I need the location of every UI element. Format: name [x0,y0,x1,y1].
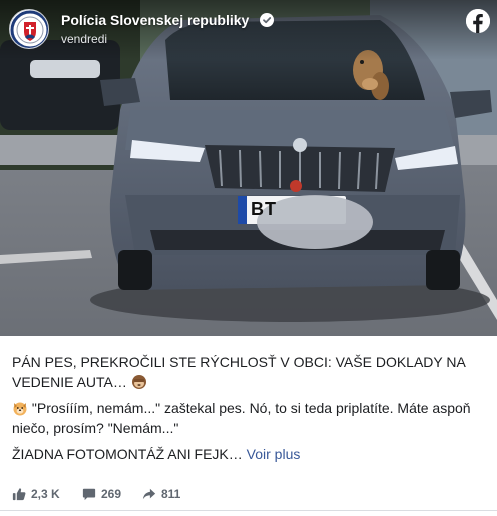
page-avatar[interactable] [9,9,49,49]
post-text-paragraph-2: "Prosííím, nemám..." zaštekal pes. Nó, t… [12,398,487,438]
monkey-emoji-icon [131,375,146,389]
comment-icon [82,488,96,501]
dog-emoji-icon [13,402,27,416]
footer-divider [0,510,497,511]
post-text-3: ŽIADNA FOTOMONTÁŽ ANI FEJK… [12,446,243,462]
shares-count: 811 [161,487,181,501]
post-text-paragraph-3: ŽIADNA FOTOMONTÁŽ ANI FEJK… Voir plus [12,444,487,464]
post-text-1: PÁN PES, PREKROČILI STE RÝCHLOSŤ V OBCI:… [12,354,466,390]
license-plate-text: BT [251,199,277,219]
likes-count-button[interactable]: 2,3 K [12,485,60,503]
like-icon [12,488,26,501]
shares-count-button[interactable]: 811 [142,485,180,503]
comments-count-button[interactable]: 269 [82,485,121,503]
verified-badge-icon [260,13,274,27]
likes-count: 2,3 K [31,487,60,501]
post-text-paragraph-1: PÁN PES, PREKROČILI STE RÝCHLOSŤ V OBCI:… [12,352,487,392]
post-text-2: "Prosííím, nemám..." zaštekal pes. Nó, t… [12,400,471,436]
page-name[interactable]: Polícia Slovenskej republiky [61,12,249,28]
post-timestamp[interactable]: vendredi [61,32,107,46]
share-icon [142,488,156,500]
comments-count: 269 [101,487,122,501]
facebook-post-embed: BT Polícia Slovenskej republiky vendredi [0,0,497,516]
see-more-link[interactable]: Voir plus [247,446,301,462]
header-gradient [0,0,497,60]
post-photo[interactable]: BT Polícia Slovenskej republiky vendredi [0,0,497,336]
police-crest-icon [10,10,48,48]
facebook-logo-icon[interactable] [466,9,490,33]
